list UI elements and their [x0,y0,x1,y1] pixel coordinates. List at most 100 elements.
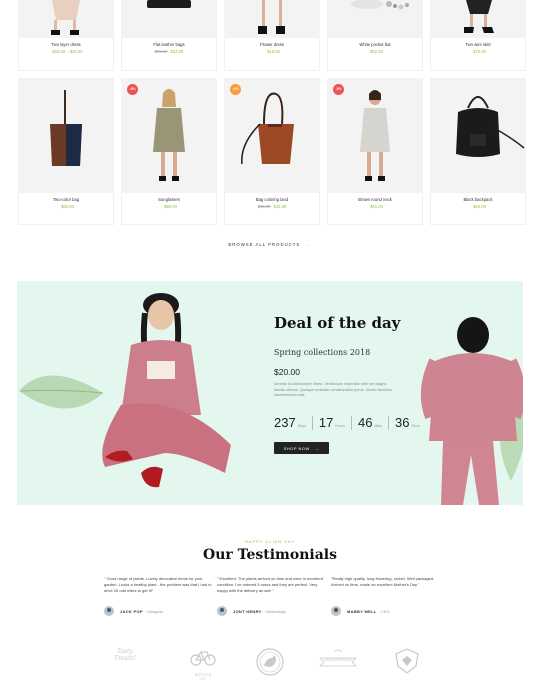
product-meta: Sunglasses $90.00 [121,193,217,225]
author-role: - Designer [144,608,164,614]
countdown-divider [388,415,390,430]
arrow-right-icon: → [306,242,312,247]
product-price: $25.00 $22.00 [154,49,184,54]
author-name: JONT HENRY [233,608,262,614]
testimonial-quote: "Really high quality, long flowering, or… [331,576,435,588]
product-card[interactable]: White pocket bat $32.00 [327,0,423,71]
model-image [420,317,523,505]
countdown-timer: 237 Days 17 Hours 46 Mins 36 Secs [274,415,420,430]
countdown-label: Days [297,424,306,428]
browse-all-products-link[interactable]: BROWSE ALL PRODUCTS → [0,242,540,247]
product-card[interactable]: -4% Bag coloring land $45.00 $42.00 [224,78,320,225]
testimonial-card: " Excellent. The plants arrived on time … [217,576,325,616]
countdown-mins: 46 Mins [358,415,382,430]
arrow-right-icon: → [314,445,320,451]
product-card[interactable]: Two wire skirt $75.00 [430,0,526,71]
brand-logo[interactable] [256,648,284,680]
product-image[interactable]: -8% [327,78,423,193]
testimonials-eyebrow: HAPPY CLIEN SAY [244,539,296,544]
countdown-label: Hours [335,424,345,428]
countdown-value: 237 [274,415,296,430]
product-card[interactable]: Two layer dress $15.00 – $20.00 [18,0,114,71]
deal-description: Aenean id ullamcorper libero. Vestibulum… [274,382,392,398]
countdown-days: 237 Days [274,415,306,430]
discount-badge: -4% [230,84,241,95]
product-card[interactable]: -8% Sunglasses $90.00 [121,78,217,225]
product-image[interactable]: -4% [224,78,320,193]
product-image[interactable] [18,78,114,193]
product-meta: Two-color bag $30.00 [18,193,114,225]
product-card[interactable]: Flat leather bags $25.00 $22.00 [121,0,217,71]
brand-logo[interactable]: BICYCLE CO [190,648,216,680]
product-price: $32.00 [370,49,383,54]
countdown-value: 46 [357,415,373,430]
countdown-divider [311,415,313,430]
deal-subtitle: Spring collections 2018 [274,348,371,357]
product-price: $41.00 [370,204,383,209]
testimonial-author: JACK POP - Designer [104,606,163,616]
product-card[interactable]: -8% Brown round neck $41.00 [327,78,423,225]
avatar [104,606,114,616]
product-row: Two-color bag $30.00 -8% Sunglasses $90.… [18,78,526,225]
testimonial-card: " Good range of plants. Lovely decorativ… [104,576,212,616]
shop-now-button[interactable]: SHOP NOW → [274,442,329,454]
testimonial-author: JONT HENRY - Webdesign [217,606,286,616]
product-meta: Two wire skirt $75.00 [430,38,526,71]
author-role: - CEO [378,608,390,614]
product-card[interactable]: Flower dress $15.00 [224,0,320,71]
product-card[interactable]: Black backpack $44.00 [430,78,526,225]
testimonial-quote: " Excellent. The plants arrived on time … [217,576,323,594]
discount-badge: -8% [127,84,138,95]
product-price: $75.00 [473,49,486,54]
product-meta: Flat leather bags $25.00 $22.00 [121,38,217,71]
product-image[interactable] [224,0,320,38]
countdown-secs: 36 Secs [395,415,419,430]
deal-price: $20.00 [274,367,300,377]
testimonial-quote: " Good range of plants. Lovely decorativ… [104,576,212,594]
product-price: $30.00 [61,204,74,209]
countdown-value: 36 [395,415,410,430]
brand-logo[interactable]: Tasty Treats! [114,648,136,662]
product-price: $44.00 [473,204,486,209]
shop-now-label: SHOP NOW [283,445,310,451]
product-image[interactable]: -8% [121,78,217,193]
author-role: - Webdesign [263,608,287,614]
countdown-hours: 17 Hours [319,415,345,430]
countdown-value: 17 [318,415,334,430]
product-image[interactable] [430,0,526,38]
product-card[interactable]: Two-color bag $30.00 [18,78,114,225]
countdown-label: Secs [411,424,420,428]
countdown-label: Mins [374,424,383,428]
testimonial-author: MABBY MELL - CEO [331,606,390,616]
product-image[interactable] [327,0,423,38]
author-name: JACK POP [120,608,143,614]
deal-of-the-day-banner: Deal of the day Spring collections 2018 … [17,281,523,505]
avatar [331,606,341,616]
product-price: $90.00 [164,204,177,209]
browse-label: BROWSE ALL PRODUCTS [228,242,301,247]
product-image[interactable] [18,0,114,38]
product-image[interactable] [430,78,526,193]
countdown-divider [350,415,352,430]
author-name: MABBY MELL [347,608,377,614]
bicycle-icon [190,651,216,666]
product-meta: Flower dress $15.00 [224,38,320,71]
product-meta: Bag coloring land $45.00 $42.00 [224,193,320,225]
product-meta: Two layer dress $15.00 – $20.00 [18,38,114,71]
deal-title: Deal of the day [274,314,401,332]
shield-badge-icon [395,648,419,674]
product-price: $45.00 $42.00 [257,204,287,209]
product-meta: Black backpack $44.00 [430,193,526,225]
product-row-top: Two layer dress $15.00 – $20.00 Flat lea… [18,0,526,71]
product-meta: White pocket bat $32.00 [327,38,423,71]
product-image[interactable] [121,0,217,38]
discount-badge: -8% [333,84,344,95]
product-meta: Brown round neck $41.00 [327,193,423,225]
product-price: $15.00 [267,49,280,54]
testimonial-card: "Really high quality, long flowering, or… [331,576,439,616]
model-image [102,293,231,488]
brand-logo[interactable] [394,648,420,679]
brand-logo[interactable]: Handmade [318,648,358,677]
testimonials-title: Our Testimonials [203,547,337,563]
product-price: $15.00 – $20.00 [52,49,83,54]
